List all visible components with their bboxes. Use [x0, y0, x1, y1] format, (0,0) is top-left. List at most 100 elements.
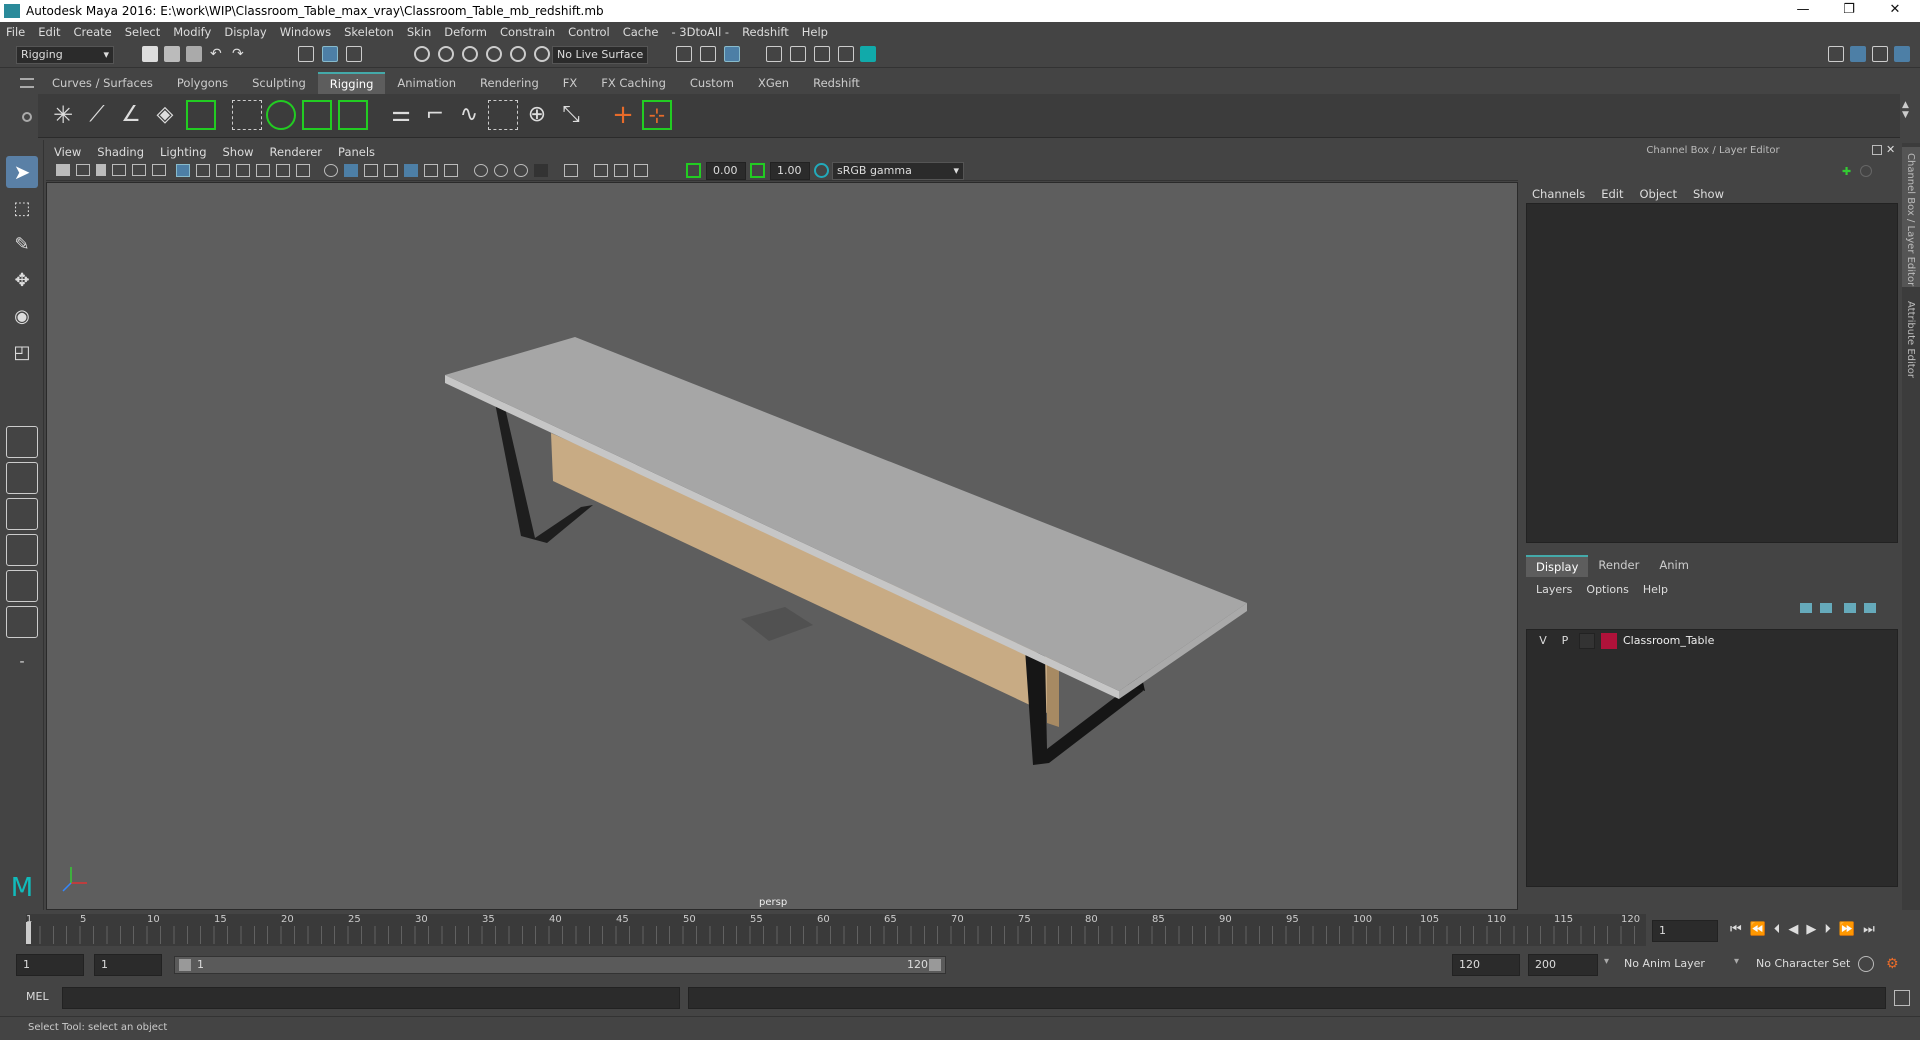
- channels-menu[interactable]: Channels: [1532, 187, 1585, 201]
- wire-deformer-icon[interactable]: ∿: [454, 100, 484, 130]
- layer-playback-toggle[interactable]: P: [1557, 633, 1573, 649]
- step-forward-frame-icon[interactable]: ⏵: [1824, 922, 1839, 937]
- depth-of-field-icon[interactable]: [514, 164, 528, 177]
- tab-animation[interactable]: Animation: [385, 72, 468, 94]
- tab-redshift[interactable]: Redshift: [801, 72, 872, 94]
- menu-cache[interactable]: Cache: [623, 25, 659, 39]
- shadows-icon[interactable]: [424, 164, 438, 177]
- lattice-icon[interactable]: [338, 100, 368, 130]
- four-pane-layout-icon[interactable]: [6, 462, 38, 494]
- auto-key-icon[interactable]: [1858, 956, 1874, 972]
- float-panel-icon[interactable]: [1872, 145, 1882, 155]
- tab-sculpting[interactable]: Sculpting: [240, 72, 318, 94]
- layer-row[interactable]: V P Classroom_Table: [1527, 630, 1897, 652]
- tab-fx-caching[interactable]: FX Caching: [589, 72, 678, 94]
- render-sequence-icon[interactable]: [814, 46, 830, 62]
- bookmark-icon[interactable]: [96, 164, 106, 176]
- tab-display[interactable]: Display: [1526, 555, 1589, 577]
- current-frame-field[interactable]: 1: [1652, 920, 1718, 942]
- redshift-render-icon[interactable]: [838, 46, 854, 62]
- layer-visibility-toggle[interactable]: V: [1535, 633, 1551, 649]
- menuset-dropdown[interactable]: Rigging ▾: [16, 46, 114, 64]
- isolate-select-icon[interactable]: [534, 164, 548, 177]
- attribute-editor-toggle-icon[interactable]: [1850, 46, 1866, 62]
- viewport-menu-view[interactable]: View: [54, 145, 81, 159]
- channel-box-toggle-icon[interactable]: [1894, 46, 1910, 62]
- channel-box-list[interactable]: [1526, 203, 1898, 543]
- field-chart-icon[interactable]: [256, 164, 270, 177]
- new-layer-from-selected-icon[interactable]: [1864, 603, 1876, 613]
- step-forward-key-icon[interactable]: ⏩: [1839, 922, 1863, 937]
- persp-outliner-layout-icon[interactable]: [6, 570, 38, 602]
- tab-custom[interactable]: Custom: [678, 72, 746, 94]
- select-hierarchy-icon[interactable]: [298, 46, 314, 62]
- current-time-marker[interactable]: [26, 922, 31, 944]
- animation-start-field[interactable]: 1: [16, 954, 84, 976]
- select-component-icon[interactable]: [346, 46, 362, 62]
- time-slider[interactable]: 1 5 10 15 20 25 30 35 40 45 50 55 60 65 …: [26, 914, 1646, 946]
- playback-end-field[interactable]: 120: [1452, 954, 1520, 976]
- scale-tool-icon[interactable]: ◰: [6, 336, 38, 368]
- gate-mask-icon[interactable]: [236, 164, 250, 177]
- move-tool-icon[interactable]: ✥: [6, 264, 38, 296]
- layer-color-swatch[interactable]: [1601, 633, 1617, 649]
- ipr-render-icon[interactable]: [724, 46, 740, 62]
- menu-skeleton[interactable]: Skeleton: [344, 25, 394, 39]
- menu-deform[interactable]: Deform: [444, 25, 487, 39]
- camera-attributes-icon[interactable]: [76, 164, 90, 176]
- layers-menu[interactable]: Layers: [1536, 583, 1572, 596]
- smooth-shade-icon[interactable]: [344, 164, 358, 177]
- select-tool-icon[interactable]: ➤: [6, 156, 38, 188]
- tool-settings-toggle-icon[interactable]: [1872, 46, 1888, 62]
- character-set-dropdown[interactable]: No Character Set: [1752, 955, 1870, 975]
- step-back-frame-icon[interactable]: ⏴: [1774, 922, 1789, 937]
- side-by-side-layout-icon[interactable]: [6, 498, 38, 530]
- textured-icon[interactable]: [384, 164, 398, 177]
- parent-constraint-icon[interactable]: ⊹: [642, 100, 672, 130]
- tab-render[interactable]: Render: [1588, 555, 1649, 577]
- layout-more-icon[interactable]: -: [6, 646, 38, 678]
- grease-pencil-icon[interactable]: [152, 164, 166, 176]
- image-plane-icon[interactable]: [112, 164, 126, 176]
- backface-cull-icon[interactable]: [634, 164, 648, 177]
- safe-action-icon[interactable]: [276, 164, 290, 177]
- bind-skin-icon[interactable]: [232, 100, 262, 130]
- menu-modify[interactable]: Modify: [173, 25, 211, 39]
- tab-polygons[interactable]: Polygons: [165, 72, 240, 94]
- locator-icon[interactable]: +: [608, 100, 638, 130]
- object-menu[interactable]: Object: [1640, 187, 1677, 201]
- script-language-toggle[interactable]: MEL: [26, 990, 49, 1003]
- tab-rendering[interactable]: Rendering: [468, 72, 551, 94]
- 2d-pan-zoom-icon[interactable]: [132, 164, 146, 176]
- exposure-field[interactable]: 0.00: [706, 162, 746, 180]
- multisample-aa-icon[interactable]: [494, 164, 508, 177]
- tabletop[interactable]: [445, 337, 1247, 691]
- snap-point-icon[interactable]: [462, 46, 478, 62]
- command-input[interactable]: [62, 987, 680, 1009]
- viewport-menu-lighting[interactable]: Lighting: [160, 145, 206, 159]
- camera-icon[interactable]: [56, 164, 70, 176]
- help-menu[interactable]: Help: [1643, 583, 1668, 596]
- edit-menu[interactable]: Edit: [1601, 187, 1623, 201]
- persp-graph-layout-icon[interactable]: [6, 534, 38, 566]
- gamma-icon[interactable]: [750, 163, 765, 178]
- quick-rig-icon[interactable]: [186, 100, 216, 130]
- snap-grid-icon[interactable]: [414, 46, 430, 62]
- outliner-layout-icon[interactable]: [6, 606, 38, 638]
- tab-rigging[interactable]: Rigging: [317, 72, 386, 94]
- menu-help[interactable]: Help: [802, 25, 828, 39]
- manipulator-icon[interactable]: ✚: [1842, 165, 1854, 178]
- layer-display-type-toggle[interactable]: [1579, 633, 1595, 649]
- viewport-menu-show[interactable]: Show: [223, 145, 254, 159]
- paint-weights-icon[interactable]: [302, 100, 332, 130]
- blend-shape-icon[interactable]: ⚌: [386, 100, 416, 130]
- use-all-lights-icon[interactable]: [404, 164, 418, 177]
- scene-render[interactable]: [47, 183, 1518, 910]
- nonlinear-deformer-icon[interactable]: ⊕: [522, 100, 552, 130]
- range-slider-end-handle[interactable]: [929, 959, 941, 971]
- motion-blur-icon[interactable]: [474, 164, 488, 177]
- menu-windows[interactable]: Windows: [280, 25, 331, 39]
- new-layer-icon[interactable]: [1844, 603, 1856, 613]
- go-to-start-icon[interactable]: ⏮: [1730, 922, 1750, 937]
- lasso-tool-icon[interactable]: ⬚: [6, 192, 38, 224]
